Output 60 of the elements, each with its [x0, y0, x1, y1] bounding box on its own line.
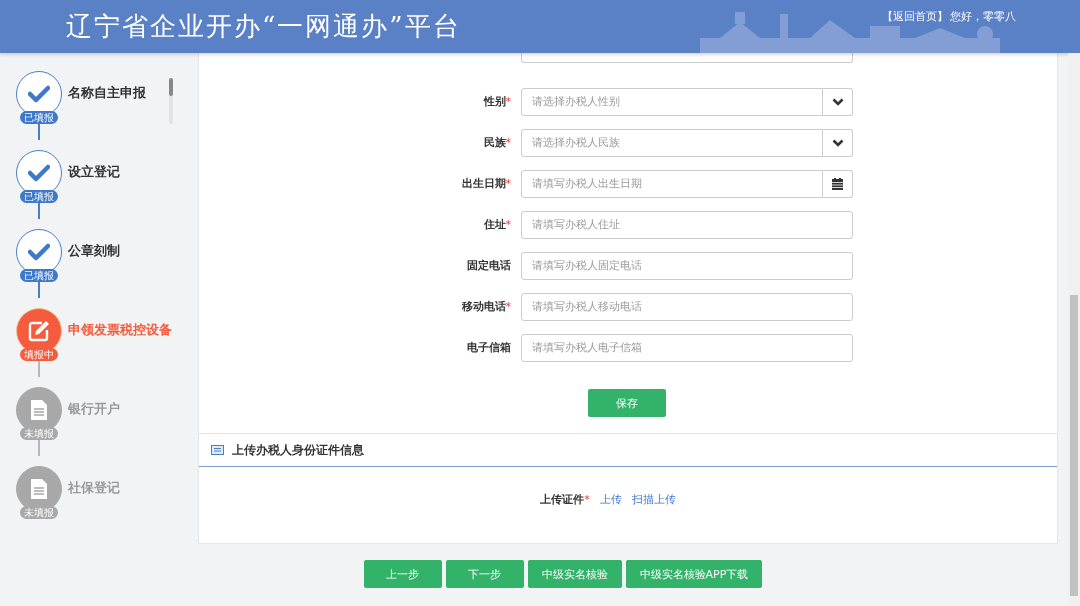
- chevron-down-icon: [831, 138, 844, 147]
- step-label[interactable]: 名称自主申报: [68, 84, 146, 102]
- action-button[interactable]: 上一步: [363, 560, 442, 588]
- input-field[interactable]: [521, 52, 853, 63]
- scrollbar[interactable]: [1068, 53, 1080, 606]
- save-button[interactable]: 保存: [588, 389, 666, 417]
- required-mark: *: [505, 177, 511, 190]
- field-label: 移动电话*: [460, 299, 512, 314]
- greeting-text: 您好，零零八: [950, 10, 1016, 24]
- upload-link[interactable]: 上传: [599, 491, 622, 507]
- field-label: 住址*: [482, 217, 512, 232]
- field-label: 民族*: [482, 135, 512, 150]
- dropdown-button[interactable]: [823, 87, 853, 116]
- step-label[interactable]: 银行开户: [68, 400, 120, 418]
- dropdown-button[interactable]: [823, 128, 853, 157]
- document-icon: [30, 399, 48, 421]
- required-mark: *: [505, 300, 511, 313]
- site-title: 辽宁省企业开办“一网通办”平台: [66, 10, 461, 43]
- status-badge: 未填报: [20, 506, 58, 519]
- status-badge: 未填报: [20, 427, 58, 440]
- upload-link[interactable]: 扫描上传: [631, 491, 676, 507]
- calendar-button[interactable]: [823, 169, 853, 198]
- scrollbar[interactable]: [169, 78, 173, 124]
- edit-icon: [28, 320, 50, 342]
- calendar-icon: [832, 177, 843, 190]
- home-link[interactable]: 【返回首页】: [882, 10, 948, 24]
- action-button[interactable]: 下一步: [445, 560, 524, 588]
- field-label: 固定电话: [466, 258, 512, 273]
- section-title: 上传办税人身份证件信息: [232, 442, 364, 458]
- input-field[interactable]: 请填写办税人住址: [521, 210, 853, 239]
- input-field[interactable]: 请填写办税人出生日期: [521, 169, 823, 198]
- document-icon: [30, 478, 48, 500]
- field-label: 上传证件*: [540, 491, 590, 507]
- action-button[interactable]: 中级实名核验: [527, 560, 622, 588]
- list-icon: [211, 445, 224, 455]
- required-mark: *: [505, 95, 511, 108]
- status-badge: 已填报: [20, 269, 58, 282]
- input-field[interactable]: 请选择办税人民族: [521, 128, 823, 157]
- input-field[interactable]: 请填写办税人固定电话: [521, 251, 853, 280]
- required-mark: *: [505, 218, 511, 231]
- step-label[interactable]: 设立登记: [68, 163, 120, 181]
- input-field[interactable]: 请选择办税人性别: [521, 87, 823, 116]
- check-icon: [28, 164, 50, 182]
- check-icon: [28, 85, 50, 103]
- status-badge: 已填报: [20, 190, 58, 203]
- field-label: 出生日期*: [460, 176, 512, 191]
- status-badge: 已填报: [20, 111, 58, 124]
- field-label: 性别*: [482, 94, 512, 109]
- required-mark: *: [584, 492, 590, 506]
- required-mark: *: [505, 136, 511, 149]
- field-label: 电子信箱: [466, 340, 512, 355]
- step-label[interactable]: 社保登记: [68, 479, 120, 497]
- status-badge: 填报中: [20, 348, 58, 361]
- action-button[interactable]: 中级实名核验APP下载: [625, 560, 763, 588]
- check-icon: [28, 243, 50, 261]
- input-field[interactable]: 请填写办税人电子信箱: [521, 333, 853, 362]
- step-label[interactable]: 公章刻制: [68, 242, 120, 260]
- step-label[interactable]: 申领发票税控设备: [68, 321, 172, 339]
- input-field[interactable]: 请填写办税人移动电话: [521, 292, 853, 321]
- chevron-down-icon: [831, 97, 844, 106]
